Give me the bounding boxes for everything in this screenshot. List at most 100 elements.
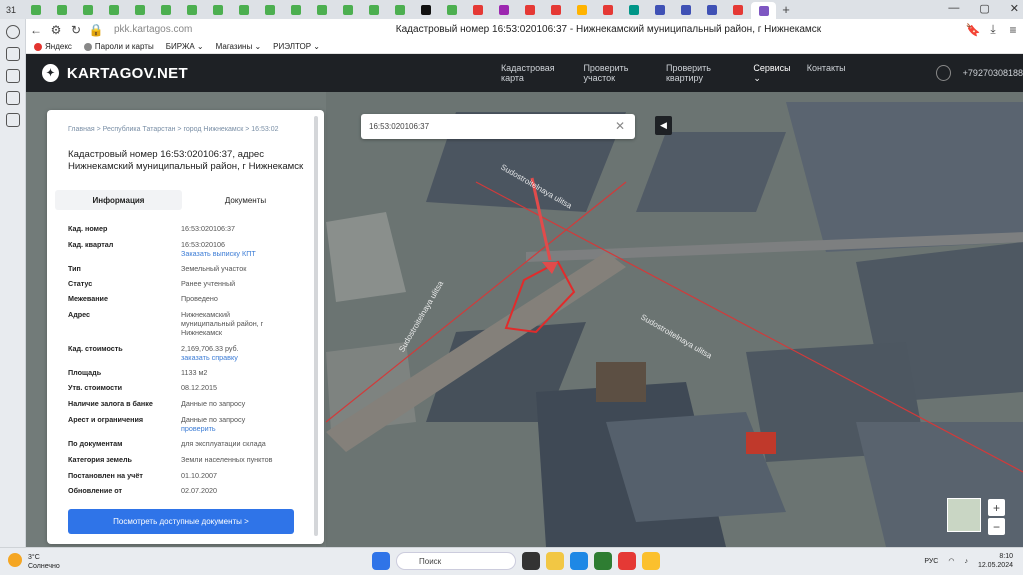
panel-scrollbar[interactable] (314, 116, 318, 536)
tab-favicon-icon (732, 4, 743, 15)
yandex-browser-icon[interactable] (618, 552, 636, 570)
browser-tab[interactable] (49, 2, 74, 17)
yandex-icon[interactable] (642, 552, 660, 570)
volume-icon[interactable]: ♪ (964, 558, 968, 565)
browser-tab[interactable] (309, 2, 334, 17)
bookmark-folder[interactable]: Магазины ⌄ (216, 42, 262, 51)
browser-tab[interactable] (569, 2, 594, 17)
browser-tab[interactable] (413, 2, 438, 17)
bookmark-item[interactable]: Яндекс (34, 42, 72, 51)
calendar-icon[interactable] (5, 91, 20, 105)
user-icon[interactable] (935, 65, 951, 81)
tab-favicon-icon (706, 4, 717, 15)
browser-tab[interactable] (387, 2, 412, 17)
breadcrumb[interactable]: Главная > Республика Татарстан > город Н… (68, 126, 279, 133)
logo-icon: ✦ (42, 64, 59, 82)
tab-favicon-icon (264, 4, 275, 15)
browser-tab[interactable] (179, 2, 204, 17)
collections-icon[interactable] (5, 47, 20, 61)
close-icon[interactable]: ✕ (1010, 2, 1019, 15)
nav-cadastral-map[interactable]: Кадастровая карта (501, 63, 574, 84)
history-icon[interactable] (5, 25, 20, 39)
back-icon[interactable]: ← (26, 23, 46, 37)
browser-tab[interactable] (725, 2, 750, 17)
bookmark-folder[interactable]: РИЭЛТОР ⌄ (273, 42, 320, 51)
browser-tab[interactable] (231, 2, 256, 17)
browser-tab-active[interactable] (751, 2, 776, 19)
lock-icon: 🔒 (88, 22, 104, 37)
phone-number[interactable]: +79270308188 (963, 68, 1023, 78)
language-indicator[interactable]: РУС (924, 558, 938, 565)
windows-start-icon[interactable] (372, 552, 390, 570)
edge-icon[interactable] (570, 552, 588, 570)
menu-icon[interactable]: ≡ (1003, 23, 1023, 37)
logo[interactable]: KARTAGOV.NET (67, 65, 188, 82)
settings-icon[interactable]: ⚙ (46, 23, 66, 37)
browser-tab[interactable] (491, 2, 516, 17)
browser-tab[interactable] (621, 2, 646, 17)
browser-tab[interactable] (205, 2, 230, 17)
minimize-icon[interactable]: — (948, 2, 959, 15)
task-view-icon[interactable] (522, 552, 540, 570)
nav-check-plot[interactable]: Проверить участок (583, 63, 656, 84)
browser-tab[interactable] (283, 2, 308, 17)
taskbar-search[interactable]: Поиск (396, 552, 516, 570)
browser-tab[interactable] (361, 2, 386, 17)
map-search-input[interactable]: 16:53:020106:37 ✕ (361, 114, 635, 139)
browser-tab[interactable] (257, 2, 282, 17)
browser-tab[interactable] (153, 2, 178, 17)
browser-tab[interactable] (699, 2, 724, 17)
browser-tab[interactable] (543, 2, 568, 17)
browser-tab[interactable] (335, 2, 360, 17)
check-link[interactable]: проверить (181, 424, 216, 433)
browser-tab[interactable] (127, 2, 152, 17)
browser-tab[interactable] (439, 2, 464, 17)
new-tab-button[interactable]: + (776, 2, 796, 17)
downloads-icon[interactable] (5, 69, 20, 83)
zoom-in-button[interactable]: + (988, 499, 1005, 516)
tab-favicon-icon (394, 4, 405, 15)
view-documents-button[interactable]: Посмотреть доступные документы > (68, 509, 294, 534)
taskbar-apps: Поиск (372, 552, 660, 570)
tab-documents[interactable]: Документы (182, 190, 309, 210)
tab-favicon-icon (238, 4, 249, 15)
downloads-icon[interactable]: ⤓ (983, 22, 1003, 37)
browser-tab[interactable] (595, 2, 620, 17)
bookmark-icon[interactable]: 🔖 (963, 23, 983, 37)
nav-check-apartment[interactable]: Проверить квартиру (666, 63, 743, 84)
maximize-icon[interactable]: ▢ (979, 2, 989, 15)
zoom-out-button[interactable]: − (988, 518, 1005, 535)
notes-icon[interactable] (5, 113, 20, 127)
bookmarks-bar: Яндекс Пароли и карты БИРЖА ⌄ Магазины ⌄… (26, 40, 1023, 54)
tab-favicon-icon (56, 4, 67, 15)
tab-count[interactable]: 31 (0, 5, 22, 15)
order-kpt-link[interactable]: Заказать выписку КПТ (181, 249, 256, 258)
reload-icon[interactable]: ↻ (66, 23, 86, 37)
browser-tab[interactable] (465, 2, 490, 17)
browser-tab[interactable] (673, 2, 698, 17)
nav-services[interactable]: Сервисы ⌄ (753, 63, 796, 84)
url-field[interactable]: pkk.kartagos.com (114, 24, 354, 35)
tab-information[interactable]: Информация (55, 190, 182, 210)
tab-favicon-icon (186, 4, 197, 15)
browser-tab[interactable] (101, 2, 126, 17)
clear-icon[interactable]: ✕ (615, 119, 625, 133)
explorer-icon[interactable] (546, 552, 564, 570)
nav-contacts[interactable]: Контакты (807, 63, 846, 84)
clock[interactable]: 8:10 12.05.2024 (978, 552, 1013, 570)
browser-tab[interactable] (23, 2, 48, 17)
browser-tab[interactable] (517, 2, 542, 17)
weather-widget[interactable]: 3°C Солнечно (8, 553, 60, 571)
tab-strip: 31 + — ▢ ✕ (0, 0, 1023, 19)
tab-favicon-icon (134, 4, 145, 15)
panel-title: Кадастровый номер 16:53:020106:37, адрес… (68, 149, 304, 172)
wifi-icon[interactable]: ◠ (948, 557, 954, 565)
minimap[interactable] (947, 498, 981, 532)
browser-tab[interactable] (75, 2, 100, 17)
order-certificate-link[interactable]: заказать справку (181, 353, 238, 362)
bookmark-folder[interactable]: БИРЖА ⌄ (166, 42, 204, 51)
browser-tab[interactable] (647, 2, 672, 17)
bookmark-item[interactable]: Пароли и карты (83, 42, 154, 51)
store-icon[interactable] (594, 552, 612, 570)
collapse-panel-button[interactable]: ◀ (655, 116, 672, 135)
